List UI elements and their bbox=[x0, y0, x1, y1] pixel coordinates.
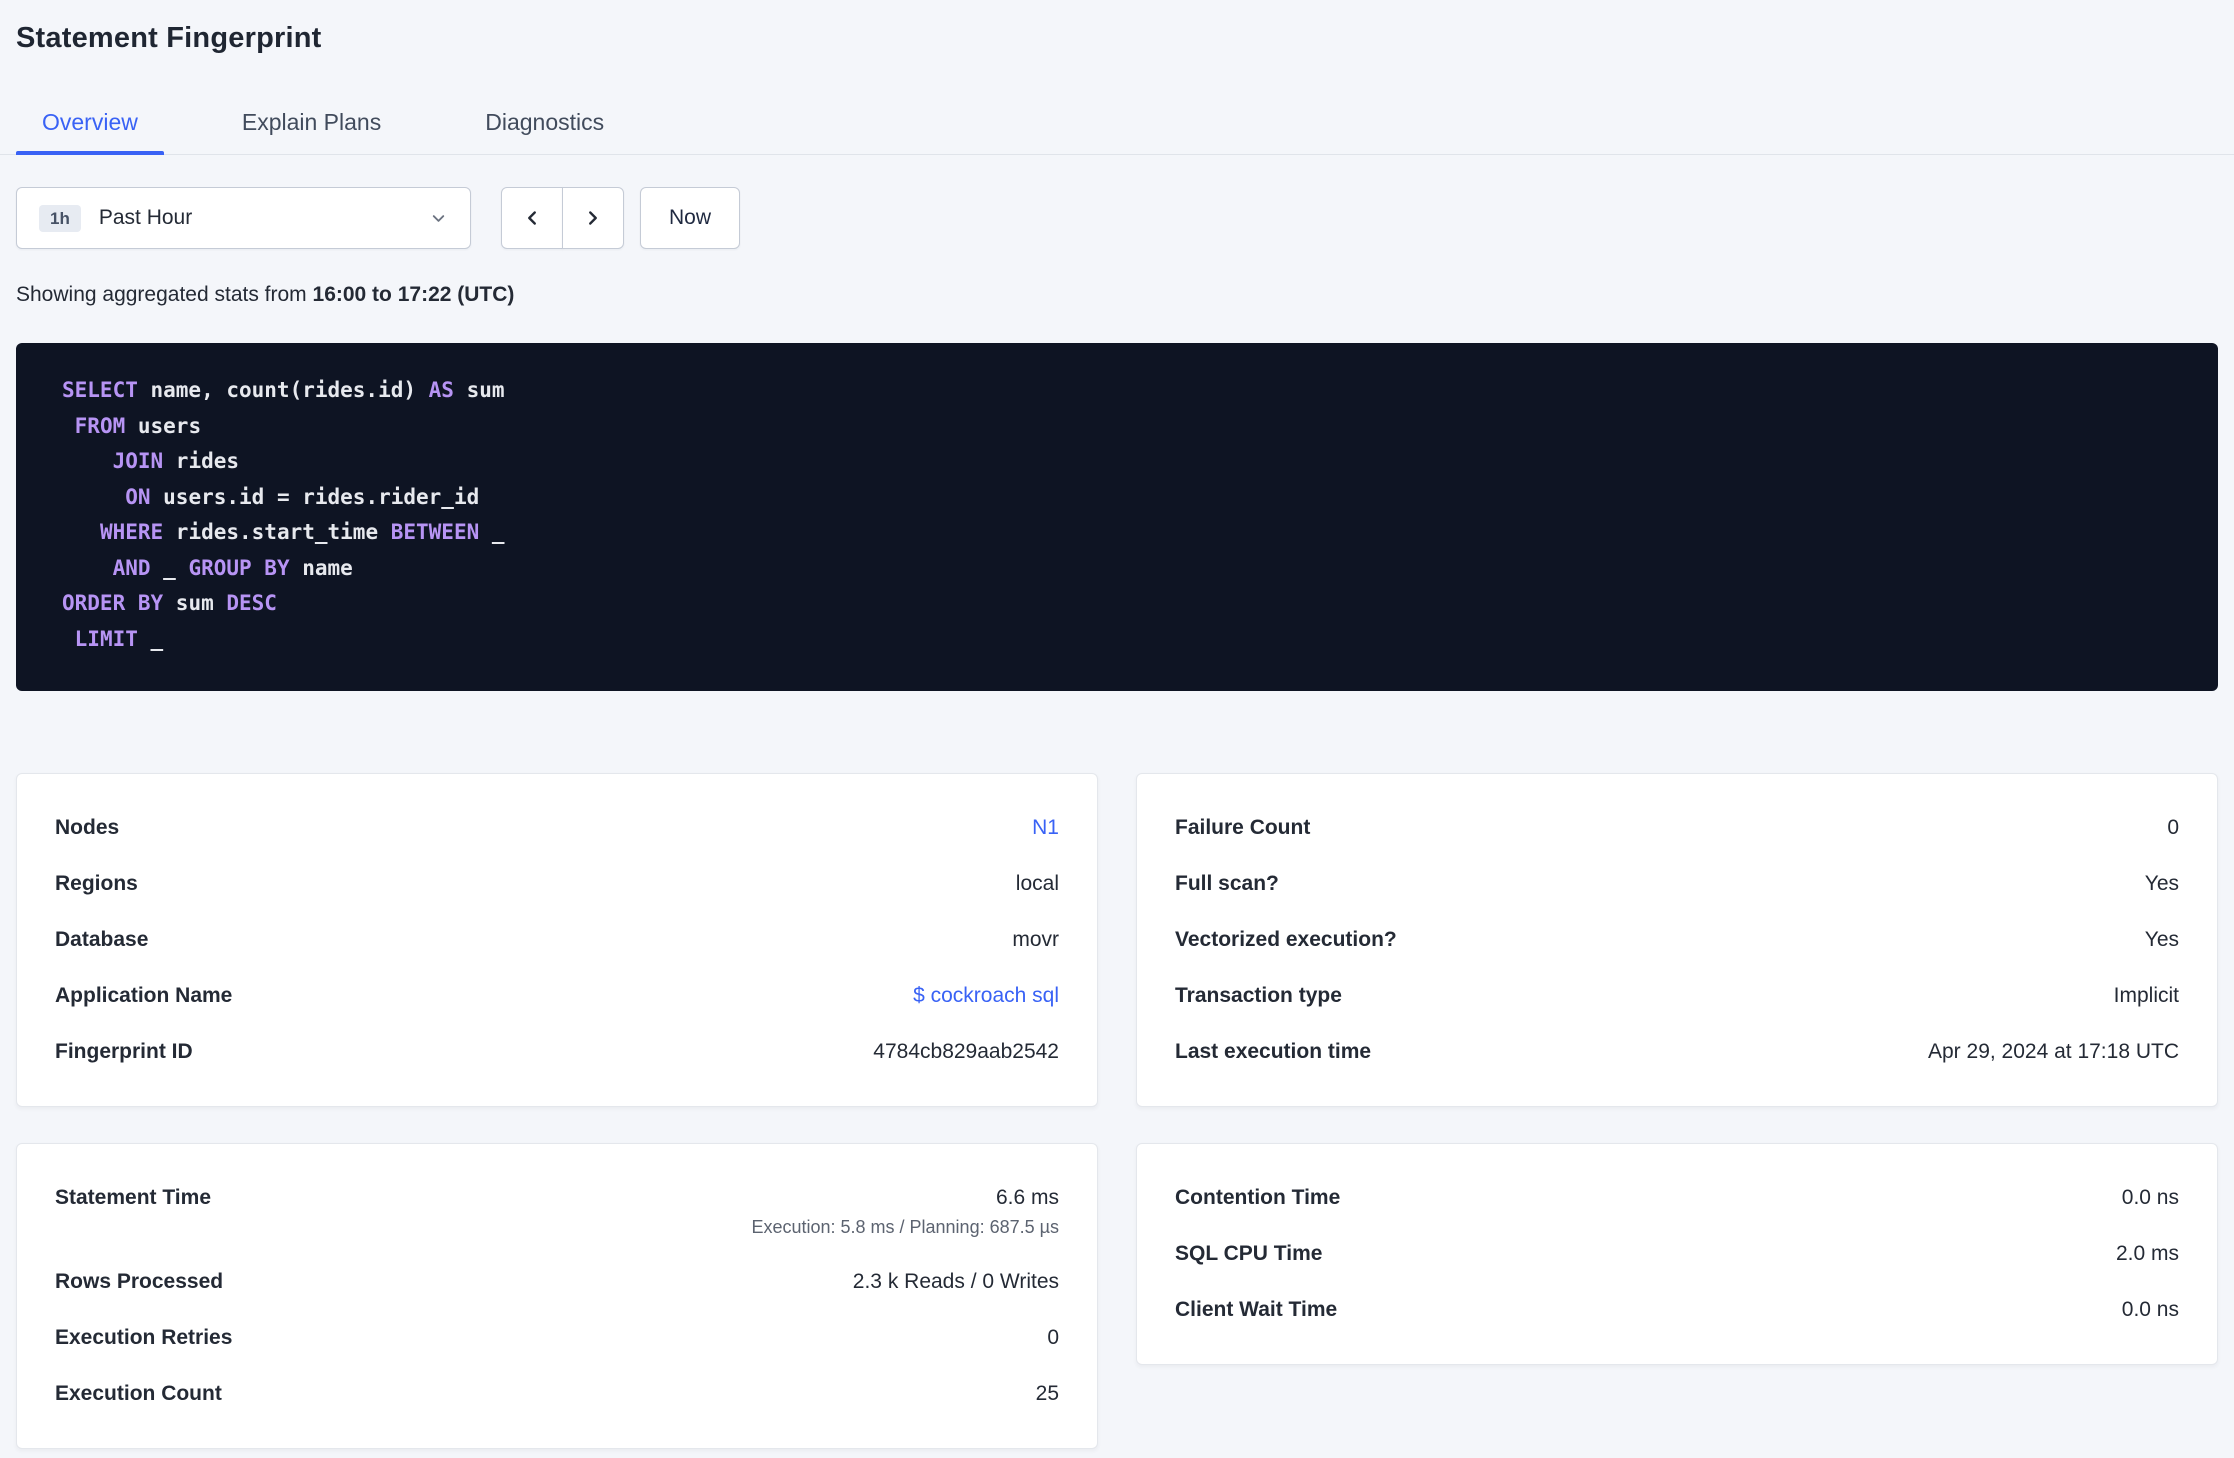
full-scan-label: Full scan? bbox=[1175, 872, 1279, 895]
sql-line: FROM users bbox=[74, 413, 202, 438]
top-cards-row: Nodes N1 Regions local Database movr Applicati… bbox=[16, 773, 2218, 1107]
sql-line: SELECT name, count(rides.id) AS sum bbox=[62, 378, 505, 402]
chevron-right-icon bbox=[582, 207, 604, 229]
database-row: Database movr bbox=[55, 912, 1059, 968]
time-range-picker[interactable]: 1h Past Hour bbox=[16, 187, 471, 249]
execution-retries-label: Execution Retries bbox=[55, 1326, 233, 1349]
sql-line: AND _ GROUP BY name bbox=[112, 555, 353, 580]
client-wait-time-value: 0.0 ns bbox=[2121, 1298, 2179, 1321]
aggregated-stats-range: 16:00 to 17:22 (UTC) bbox=[312, 283, 515, 306]
fingerprint-id-value: 4784cb829aab2542 bbox=[873, 1040, 1059, 1063]
full-scan-value: Yes bbox=[2144, 872, 2179, 895]
now-button[interactable]: Now bbox=[640, 187, 741, 249]
failure-count-value: 0 bbox=[2167, 816, 2179, 839]
execution-retries-row: Execution Retries 0 bbox=[55, 1310, 1059, 1366]
sql-line: LIMIT _ bbox=[74, 626, 164, 651]
database-value: movr bbox=[1012, 928, 1059, 951]
next-time-range-button[interactable] bbox=[562, 187, 624, 249]
aggregated-stats-prefix: Showing aggregated stats from bbox=[16, 283, 313, 306]
tab-diagnostics[interactable]: Diagnostics bbox=[459, 93, 630, 154]
page-title: Statement Fingerprint bbox=[16, 22, 322, 54]
contention-time-row: Contention Time 0.0 ns bbox=[1175, 1170, 2179, 1226]
sql-cpu-time-value: 2.0 ms bbox=[2115, 1242, 2179, 1265]
statement-time-subvalue: Execution: 5.8 ms / Planning: 687.5 µs bbox=[751, 1217, 1059, 1237]
wait-times-card: Contention Time 0.0 ns SQL CPU Time 2.0 ms C… bbox=[1136, 1143, 2218, 1365]
tab-explain-plans[interactable]: Explain Plans bbox=[216, 93, 407, 154]
client-wait-time-row: Client Wait Time 0.0 ns bbox=[1175, 1282, 2179, 1338]
bottom-cards-row: Statement Time 6.6 ms Execution: 5.8 ms / … bbox=[16, 1143, 2218, 1449]
fingerprint-id-label: Fingerprint ID bbox=[55, 1040, 193, 1063]
nodes-row: Nodes N1 bbox=[55, 800, 1059, 856]
rows-processed-label: Rows Processed bbox=[55, 1270, 224, 1293]
previous-time-range-button[interactable] bbox=[501, 187, 563, 249]
contention-time-value: 0.0 ns bbox=[2121, 1186, 2179, 1209]
execution-count-row: Execution Count 25 bbox=[55, 1366, 1059, 1422]
sql-line: ON users.id = rides.rider_id bbox=[125, 484, 480, 509]
last-execution-time-label: Last execution time bbox=[1175, 1040, 1372, 1063]
time-range-nav bbox=[501, 187, 624, 249]
nodes-label: Nodes bbox=[55, 816, 120, 839]
vectorized-execution-value: Yes bbox=[2144, 928, 2179, 951]
sql-line: JOIN rides bbox=[112, 449, 240, 473]
execution-count-value: 25 bbox=[1035, 1382, 1059, 1405]
fingerprint-id-row: Fingerprint ID 4784cb829aab2542 bbox=[55, 1024, 1059, 1080]
sql-line: WHERE rides.start_time BETWEEN _ bbox=[99, 520, 505, 544]
failure-count-row: Failure Count 0 bbox=[1175, 800, 2179, 856]
last-execution-time-value: Apr 29, 2024 at 17:18 UTC bbox=[1928, 1040, 2179, 1063]
transaction-type-row: Transaction type Implicit bbox=[1175, 968, 2179, 1024]
transaction-type-value: Implicit bbox=[2113, 984, 2179, 1007]
rows-processed-value: 2.3 k Reads / 0 Writes bbox=[852, 1270, 1059, 1293]
last-execution-time-row: Last execution time Apr 29, 2024 at 17:18… bbox=[1175, 1024, 2179, 1080]
sql-line: ORDER BY sum DESC bbox=[62, 591, 277, 615]
application-name-link[interactable]: $ cockroach sql bbox=[913, 984, 1059, 1007]
sql-statement: SELECT name, count(rides.id) AS sum FROM… bbox=[16, 343, 2218, 691]
chevron-left-icon bbox=[521, 207, 543, 229]
chevron-down-icon bbox=[429, 209, 448, 228]
time-toolbar: 1h Past Hour Now bbox=[16, 187, 2218, 249]
time-range-label: Past Hour bbox=[98, 206, 193, 229]
sql-cpu-time-row: SQL CPU Time 2.0 ms bbox=[1175, 1226, 2179, 1282]
database-label: Database bbox=[55, 928, 149, 951]
time-range-badge: 1h bbox=[39, 204, 81, 232]
execution-count-label: Execution Count bbox=[55, 1382, 222, 1405]
execution-attributes-card: Failure Count 0 Full scan? Yes Vectorized ex… bbox=[1136, 773, 2218, 1107]
sql-cpu-time-label: SQL CPU Time bbox=[1175, 1242, 1323, 1265]
aggregated-stats-text: Showing aggregated stats from 16:00 to 1… bbox=[16, 283, 2218, 307]
regions-row: Regions local bbox=[55, 856, 1059, 912]
transaction-type-label: Transaction type bbox=[1175, 984, 1342, 1007]
vectorized-execution-row: Vectorized execution? Yes bbox=[1175, 912, 2179, 968]
vectorized-execution-label: Vectorized execution? bbox=[1175, 928, 1397, 951]
nodes-link[interactable]: N1 bbox=[1032, 816, 1059, 839]
failure-count-label: Failure Count bbox=[1175, 816, 1311, 839]
statement-time-value: 6.6 ms bbox=[995, 1186, 1059, 1209]
regions-value: local bbox=[1015, 872, 1059, 895]
statement-fingerprint-page: Statement Fingerprint Overview Explain Pl… bbox=[0, 0, 2234, 1449]
statement-time-label: Statement Time bbox=[55, 1186, 211, 1209]
statement-details-card: Nodes N1 Regions local Database movr Applicati… bbox=[16, 773, 1098, 1107]
statement-time-row: Statement Time 6.6 ms Execution: 5.8 ms / … bbox=[55, 1170, 1059, 1254]
client-wait-time-label: Client Wait Time bbox=[1175, 1298, 1338, 1321]
regions-label: Regions bbox=[55, 872, 138, 895]
contention-time-label: Contention Time bbox=[1175, 1186, 1341, 1209]
application-name-label: Application Name bbox=[55, 984, 233, 1007]
tab-overview[interactable]: Overview bbox=[16, 93, 164, 155]
application-name-row: Application Name $ cockroach sql bbox=[55, 968, 1059, 1024]
statement-times-card: Statement Time 6.6 ms Execution: 5.8 ms / … bbox=[16, 1143, 1098, 1449]
rows-processed-row: Rows Processed 2.3 k Reads / 0 Writes bbox=[55, 1254, 1059, 1310]
tab-bar: Overview Explain Plans Diagnostics bbox=[0, 93, 2234, 155]
full-scan-row: Full scan? Yes bbox=[1175, 856, 2179, 912]
execution-retries-value: 0 bbox=[1047, 1326, 1059, 1349]
